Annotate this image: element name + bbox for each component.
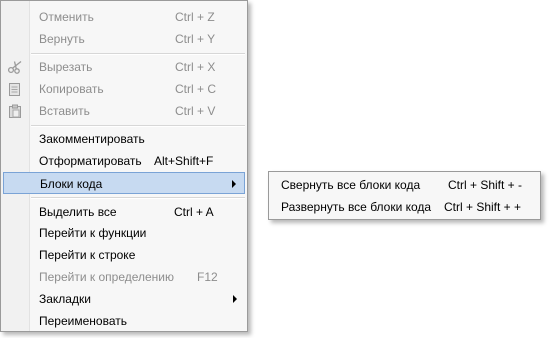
menu-item-label: Вставить xyxy=(39,104,90,118)
menu-item-bookmarks[interactable]: Закладки xyxy=(3,288,245,310)
menu-item-select-all[interactable]: Выделить все Ctrl + A xyxy=(3,201,245,223)
menu-item-label: Копировать xyxy=(39,82,104,96)
menu-item-shortcut: Alt+Shift+F xyxy=(154,154,214,168)
context-menu: Отменить Ctrl + Z Вернуть Ctrl + Y Вырез… xyxy=(0,0,248,332)
menu-separator xyxy=(31,53,245,55)
menu-item-go-to-function[interactable]: Перейти к функции xyxy=(3,222,245,244)
menu-item-label: Свернуть все блоки кода xyxy=(281,178,421,192)
menu-item-label: Развернуть все блоки кода xyxy=(281,200,432,214)
menu-item-label: Вернуть xyxy=(39,32,85,46)
menu-item-shortcut: Ctrl + Z xyxy=(175,10,215,24)
menu-item-label: Блоки кода xyxy=(40,177,103,191)
menu-item-undo[interactable]: Отменить Ctrl + Z xyxy=(3,6,245,28)
submenu-arrow-icon xyxy=(232,180,236,188)
menu-item-go-to-definition[interactable]: Перейти к определению F12 xyxy=(3,266,245,288)
menu-separator xyxy=(31,125,245,127)
menu-item-label: Переименовать xyxy=(39,314,127,328)
menu-item-redo[interactable]: Вернуть Ctrl + Y xyxy=(3,28,245,50)
menu-item-label: Выделить все xyxy=(39,205,117,219)
menu-item-cut[interactable]: Вырезать Ctrl + X xyxy=(3,56,245,78)
menu-item-copy[interactable]: Копировать Ctrl + C xyxy=(3,78,245,100)
menu-item-shortcut: Ctrl + Shift + + xyxy=(444,200,522,214)
submenu-arrow-icon xyxy=(233,295,237,303)
menu-item-go-to-line[interactable]: Перейти к строке xyxy=(3,244,245,266)
menu-item-shortcut: Ctrl + A xyxy=(174,205,214,219)
menu-item-code-blocks[interactable]: Блоки кода xyxy=(3,172,245,194)
code-blocks-submenu: Свернуть все блоки кода Ctrl + Shift + -… xyxy=(268,171,541,220)
menu-item-expand-all-blocks[interactable]: Развернуть все блоки кода Ctrl + Shift +… xyxy=(271,196,538,218)
menu-item-shortcut: Ctrl + C xyxy=(175,82,217,96)
menu-item-shortcut: F12 xyxy=(197,270,218,284)
menu-item-rename[interactable]: Переименовать xyxy=(3,310,245,332)
menu-item-label: Отформатировать xyxy=(39,154,142,168)
menu-item-label: Вырезать xyxy=(39,60,93,74)
menu-item-format[interactable]: Отформатировать Alt+Shift+F xyxy=(3,150,245,172)
menu-item-shortcut: Ctrl + Y xyxy=(175,32,216,46)
menu-item-label: Отменить xyxy=(39,10,94,24)
scissors-icon xyxy=(6,59,24,75)
menu-item-label: Закомментировать xyxy=(39,132,145,146)
menu-item-shortcut: Ctrl + X xyxy=(175,60,216,74)
menu-item-collapse-all-blocks[interactable]: Свернуть все блоки кода Ctrl + Shift + - xyxy=(271,174,538,196)
paste-icon xyxy=(6,103,24,119)
menu-item-label: Закладки xyxy=(39,292,91,306)
menu-item-comment[interactable]: Закомментировать xyxy=(3,128,245,150)
copy-icon xyxy=(6,81,24,97)
menu-separator xyxy=(31,197,245,199)
menu-item-paste[interactable]: Вставить Ctrl + V xyxy=(3,100,245,122)
menu-item-label: Перейти к строке xyxy=(39,248,136,262)
menu-item-shortcut: Ctrl + Shift + - xyxy=(448,178,523,192)
menu-item-label: Перейти к определению xyxy=(39,270,175,284)
menu-item-label: Перейти к функции xyxy=(39,226,147,240)
menu-item-shortcut: Ctrl + V xyxy=(175,104,216,118)
